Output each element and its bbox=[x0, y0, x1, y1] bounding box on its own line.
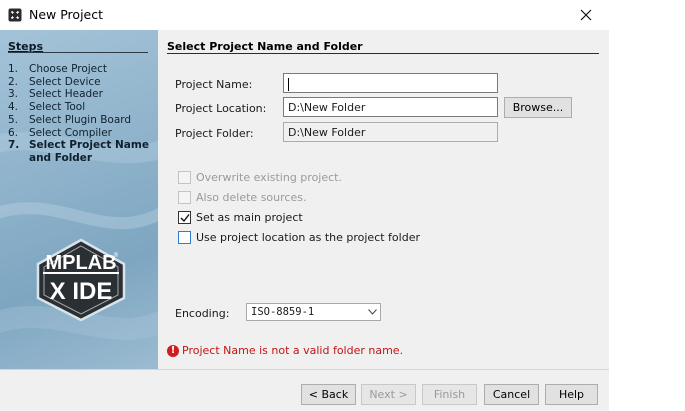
step-item: 4. Select Tool bbox=[8, 101, 156, 114]
section-divider bbox=[167, 53, 599, 54]
encoding-select[interactable]: ISO-8859-1 bbox=[246, 303, 381, 321]
step-number: 1. bbox=[8, 63, 19, 75]
project-folder-value: D:\New Folder bbox=[288, 126, 366, 139]
logo-line-2: X IDE bbox=[50, 278, 113, 305]
step-number: 6. bbox=[8, 126, 19, 139]
step-item: 2. Select Device bbox=[8, 76, 156, 89]
steps-panel: Steps 1. Choose Project 2. Select Device 3… bbox=[0, 30, 158, 369]
browse-button[interactable]: Browse... bbox=[504, 97, 572, 118]
checkbox-box bbox=[178, 211, 191, 224]
text-caret bbox=[288, 77, 289, 91]
checkbox-box bbox=[178, 191, 191, 204]
main-panel: Select Project Name and Folder Project N… bbox=[158, 30, 609, 369]
error-text: Project Name is not a valid folder name. bbox=[182, 344, 404, 357]
close-icon bbox=[580, 9, 592, 21]
cancel-button[interactable]: Cancel bbox=[484, 384, 539, 405]
step-label: Choose Project bbox=[29, 63, 108, 75]
help-button[interactable]: Help bbox=[545, 384, 598, 405]
main-project-label: Set as main project bbox=[196, 211, 303, 224]
step-label: Select Header bbox=[29, 88, 103, 101]
project-location-value: D:\New Folder bbox=[288, 101, 366, 114]
checkbox-box bbox=[178, 171, 191, 184]
logo-line-1: MPLAB bbox=[45, 252, 116, 274]
steps-divider bbox=[8, 52, 148, 53]
project-folder-field: D:\New Folder bbox=[283, 122, 498, 142]
use-location-label: Use project location as the project fold… bbox=[196, 231, 420, 244]
overwrite-label: Overwrite existing project. bbox=[196, 171, 342, 184]
netbeans-cube-icon bbox=[8, 8, 22, 22]
steps-list: 1. Choose Project 2. Select Device 3. Selec… bbox=[8, 63, 156, 165]
step-item: 3. Select Header bbox=[8, 88, 156, 101]
button-bar: < Back Next > Finish Cancel Help bbox=[0, 369, 609, 411]
title-bar: New Project bbox=[0, 0, 609, 30]
step-label: Select Plugin Board bbox=[29, 113, 132, 126]
encoding-value: ISO-8859-1 bbox=[251, 306, 315, 318]
checkmark-icon bbox=[180, 213, 190, 222]
logo-registered: ® bbox=[114, 252, 119, 259]
back-button[interactable]: < Back bbox=[301, 384, 356, 405]
error-icon: ! bbox=[167, 344, 179, 357]
step-number: 4. bbox=[8, 101, 19, 114]
step-number: 5. bbox=[8, 113, 19, 126]
step-item: 5. Select Plugin Board bbox=[8, 114, 156, 127]
step-label: Select Compiler bbox=[29, 126, 112, 139]
use-location-checkbox[interactable]: Use project location as the project fold… bbox=[178, 231, 420, 244]
step-number: 3. bbox=[8, 88, 19, 101]
new-project-dialog: New Project Steps 1. Choose Project 2. Sel… bbox=[0, 0, 609, 411]
step-label: Select Tool bbox=[29, 101, 86, 114]
project-folder-label: Project Folder: bbox=[175, 127, 254, 140]
delete-sources-checkbox[interactable]: Also delete sources. bbox=[178, 191, 306, 204]
step-item: 1. Choose Project bbox=[8, 63, 156, 76]
step-label: Select Device bbox=[29, 75, 101, 88]
section-title: Select Project Name and Folder bbox=[167, 40, 363, 53]
main-project-checkbox[interactable]: Set as main project bbox=[178, 211, 303, 224]
checkbox-box bbox=[178, 231, 191, 244]
close-button[interactable] bbox=[563, 0, 609, 30]
mplab-x-ide-logo: MPLAB ® X IDE bbox=[36, 238, 126, 322]
window-title: New Project bbox=[29, 7, 104, 22]
encoding-label: Encoding: bbox=[175, 307, 230, 320]
chevron-down-icon bbox=[364, 304, 380, 320]
delete-sources-label: Also delete sources. bbox=[196, 191, 307, 204]
step-item-current: 7. Select Project Name and Folder bbox=[8, 139, 156, 164]
project-name-label: Project Name: bbox=[175, 78, 253, 91]
error-message: ! Project Name is not a valid folder nam… bbox=[167, 344, 403, 357]
finish-button[interactable]: Finish bbox=[422, 384, 477, 405]
step-item: 6. Select Compiler bbox=[8, 127, 156, 140]
step-number: 7. bbox=[8, 139, 20, 152]
project-location-label: Project Location: bbox=[175, 102, 267, 115]
project-location-input[interactable]: D:\New Folder bbox=[283, 97, 498, 117]
project-name-input[interactable] bbox=[283, 73, 498, 93]
next-button[interactable]: Next > bbox=[361, 384, 416, 405]
overwrite-checkbox[interactable]: Overwrite existing project. bbox=[178, 171, 342, 184]
step-number: 2. bbox=[8, 75, 19, 88]
step-label: Select Project Name and Folder bbox=[29, 139, 149, 164]
